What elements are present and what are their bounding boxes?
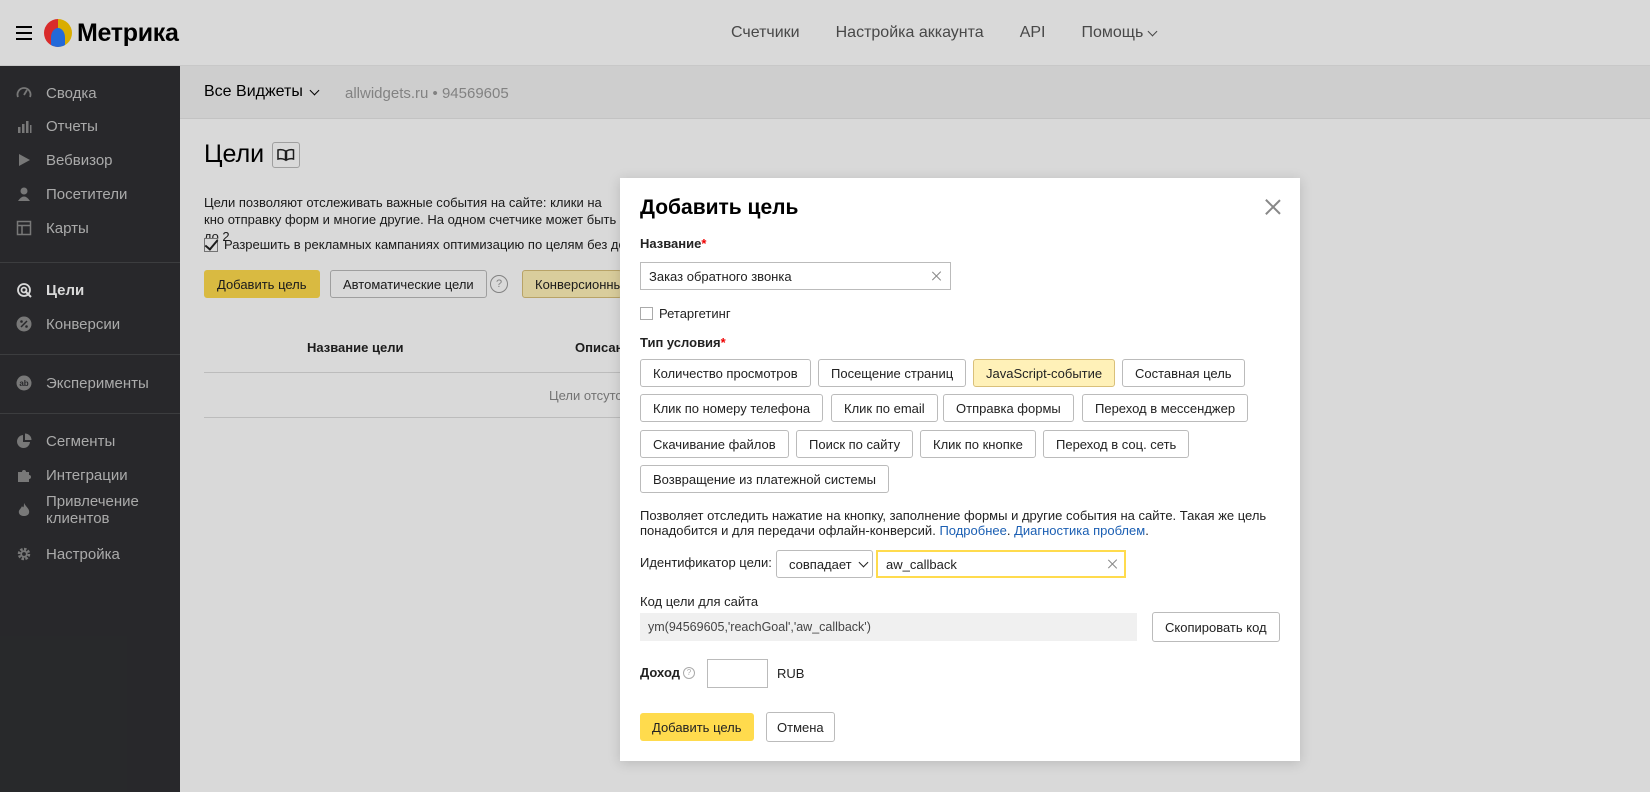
goal-id-label: Идентификатор цели: [640,555,772,570]
goal-name-input[interactable]: Заказ обратного звонка [640,262,951,290]
type-email-click[interactable]: Клик по email [831,394,938,422]
match-select[interactable]: совпадает [776,550,873,578]
type-file-download[interactable]: Скачивание файлов [640,430,789,458]
type-description: Позволяет отследить нажатие на кнопку, з… [640,508,1267,538]
checkbox-unchecked[interactable] [640,307,653,320]
type-payment-return[interactable]: Возвращение из платежной системы [640,465,889,493]
type-social[interactable]: Переход в соц. сеть [1043,430,1190,458]
name-label: Название* [640,236,707,251]
code-label: Код цели для сайта [640,594,759,609]
goal-code-field[interactable]: ym(94569605,'reachGoal','aw_callback') [640,613,1137,641]
close-icon[interactable] [1264,198,1282,216]
type-composite[interactable]: Составная цель [1122,359,1245,387]
help-icon[interactable]: ? [682,666,695,679]
copy-code-button[interactable]: Скопировать код [1152,612,1280,642]
cancel-button[interactable]: Отмена [766,712,835,742]
dialog-title: Добавить цель [640,196,799,219]
currency-label: RUB [777,666,805,681]
type-messenger[interactable]: Переход в мессенджер [1082,394,1249,422]
type-site-search[interactable]: Поиск по сайту [796,430,914,458]
diagnostics-link[interactable]: Диагностика проблем [1014,523,1145,538]
more-link[interactable]: Подробнее [939,523,1006,538]
condition-type-label: Тип условия* [640,335,726,350]
submit-add-goal-button[interactable]: Добавить цель [640,713,754,741]
clear-icon[interactable] [932,271,942,281]
type-phone-click[interactable]: Клик по номеру телефона [640,394,824,422]
retargeting-checkbox[interactable]: Ретаргетинг [640,306,731,321]
add-goal-dialog: Добавить цель Название* Заказ обратного … [620,178,1300,761]
type-button-click[interactable]: Клик по кнопке [920,430,1036,458]
income-label: Доход? [640,665,695,680]
type-page-visit[interactable]: Посещение страниц [818,359,967,387]
clear-icon[interactable] [1108,559,1118,569]
income-input[interactable] [707,659,768,688]
type-pageviews[interactable]: Количество просмотров [640,359,811,387]
goal-id-input[interactable]: aw_callback [876,550,1126,578]
type-js-event[interactable]: JavaScript-событие [973,359,1116,387]
type-form-submit[interactable]: Отправка формы [943,394,1074,422]
chevron-down-icon [858,557,869,567]
